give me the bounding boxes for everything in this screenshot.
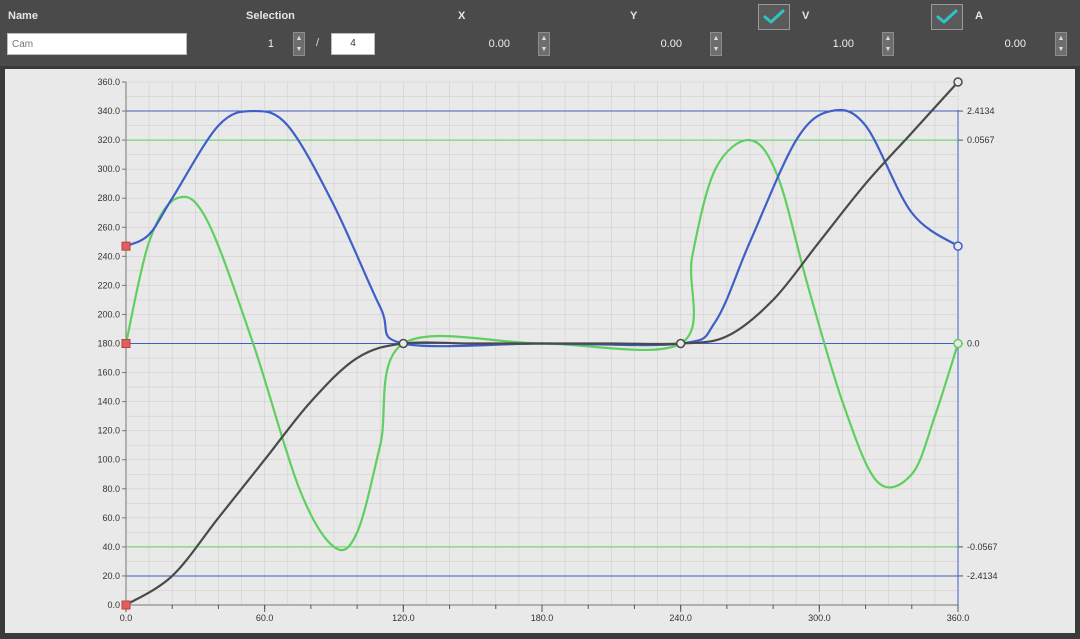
y-tick-label: 140.0 — [97, 397, 120, 407]
y-tick-label: 320.0 — [97, 135, 120, 145]
acceleration-point-marker — [953, 338, 963, 349]
v-value[interactable]: 1.00 — [794, 38, 854, 50]
x-tick-label: 240.0 — [669, 613, 692, 623]
selection-index: 1 — [267, 38, 274, 50]
velocity-point-marker — [953, 241, 963, 251]
y-tick-label: 200.0 — [97, 309, 120, 319]
a-value[interactable]: 0.00 — [966, 38, 1026, 50]
x-tick-label: 0.0 — [120, 613, 133, 623]
velocity-checkbox[interactable] — [758, 4, 790, 30]
y-tick-label: 300.0 — [97, 164, 120, 174]
a-stepper[interactable]: ▲ ▼ — [1055, 32, 1067, 56]
y-label: Y — [630, 10, 638, 22]
name-input[interactable] — [7, 33, 187, 55]
stepper-up-icon[interactable]: ▲ — [883, 33, 893, 44]
x-value[interactable]: 0.00 — [450, 38, 510, 50]
x-tick-label: 180.0 — [531, 613, 554, 623]
y-tick-label: 100.0 — [97, 455, 120, 465]
x-tick-label: 120.0 — [392, 613, 415, 623]
x-tick-label: 60.0 — [256, 613, 274, 623]
stepper-down-icon[interactable]: ▼ — [711, 44, 721, 55]
stepper-up-icon[interactable]: ▲ — [1056, 33, 1066, 44]
stepper-down-icon[interactable]: ▼ — [883, 44, 893, 55]
position-point-marker — [953, 77, 963, 87]
y-tick-label: 80.0 — [102, 484, 120, 494]
position-point-marker — [398, 338, 409, 349]
position-point-marker — [675, 338, 686, 349]
selection-stepper[interactable]: ▲ ▼ — [293, 32, 305, 56]
x-stepper[interactable]: ▲ ▼ — [538, 32, 550, 56]
acceleration-checkbox[interactable] — [931, 4, 963, 30]
toolbar: Name Selection 1 ▲▼ / 4 X 0.00 ▲▼ Y 0.00… — [0, 0, 1080, 66]
y-tick-label: 0.0 — [107, 600, 120, 610]
stepper-up-icon[interactable]: ▲ — [711, 33, 721, 44]
v-label: V — [802, 10, 810, 22]
y-tick-label: 180.0 — [97, 339, 120, 349]
right-axis-label: 0.0567 — [967, 135, 995, 145]
checkmark-icon — [936, 9, 958, 24]
y-tick-label: 120.0 — [97, 426, 120, 436]
a-label: A — [975, 10, 983, 22]
selection-label: Selection — [246, 10, 295, 22]
position-start-marker — [121, 600, 131, 610]
x-tick-label: 360.0 — [947, 613, 970, 623]
y-tick-label: 260.0 — [97, 222, 120, 232]
stepper-down-icon[interactable]: ▼ — [539, 44, 549, 55]
x-tick-label: 300.0 — [808, 613, 831, 623]
y-value[interactable]: 0.00 — [622, 38, 682, 50]
velocity-start-marker — [121, 241, 131, 251]
selection-separator: / — [316, 37, 320, 49]
checkmark-icon — [763, 9, 785, 24]
cam-plot-area[interactable]: 0.0 20.0 40.0 60.0 80.0 100.0 120.0 140.0 160.0 1… — [5, 69, 1075, 633]
cam-profile-chart[interactable]: 0.0 20.0 40.0 60.0 80.0 100.0 120.0 140.0 160.0 1… — [5, 69, 1075, 633]
y-tick-label: 360.0 — [97, 77, 120, 87]
y-tick-label: 60.0 — [102, 513, 120, 523]
y-tick-label: 20.0 — [102, 571, 120, 581]
acceleration-start-marker — [121, 339, 131, 348]
y-tick-label: 40.0 — [102, 542, 120, 552]
y-tick-label: 340.0 — [97, 106, 120, 116]
selection-count-field[interactable]: 4 — [331, 33, 375, 55]
stepper-down-icon[interactable]: ▼ — [294, 44, 304, 55]
name-label: Name — [8, 10, 38, 22]
y-tick-label: 280.0 — [97, 193, 120, 203]
x-label: X — [458, 10, 466, 22]
right-axis-label: 0.0 — [967, 339, 980, 349]
y-tick-label: 240.0 — [97, 251, 120, 261]
right-axis-label: -2.4134 — [967, 571, 998, 581]
stepper-up-icon[interactable]: ▲ — [294, 33, 304, 44]
y-stepper[interactable]: ▲ ▼ — [710, 32, 722, 56]
y-tick-label: 160.0 — [97, 368, 120, 378]
v-stepper[interactable]: ▲ ▼ — [882, 32, 894, 56]
right-axis-label: 2.4134 — [967, 106, 995, 116]
right-axis-label: -0.0567 — [967, 542, 998, 552]
stepper-up-icon[interactable]: ▲ — [539, 33, 549, 44]
y-tick-label: 220.0 — [97, 280, 120, 290]
stepper-down-icon[interactable]: ▼ — [1056, 44, 1066, 55]
